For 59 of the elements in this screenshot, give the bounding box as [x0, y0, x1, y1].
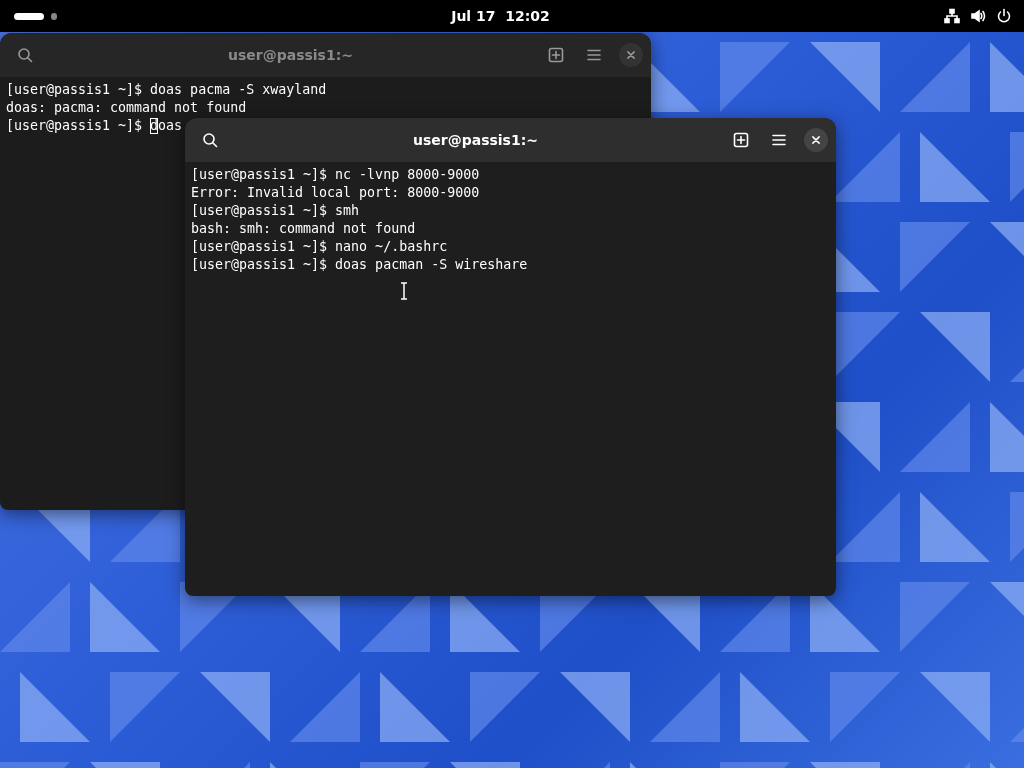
close-icon	[626, 50, 636, 60]
window-title: user@passis1:~	[226, 47, 354, 63]
window-title: user@passis1:~	[411, 132, 539, 148]
wallpaper-triangle	[810, 762, 880, 768]
menu-icon	[771, 132, 787, 148]
wallpaper-triangle	[650, 672, 720, 742]
terminal-line: [user@passis1 ~]$ doas pacma -S xwayland	[6, 81, 327, 99]
power-icon	[996, 8, 1012, 24]
wallpaper-triangle	[740, 672, 810, 742]
wallpaper-triangle	[1010, 132, 1024, 202]
wallpaper-triangle	[1010, 492, 1024, 562]
plus-square-icon	[733, 132, 749, 148]
close-button[interactable]	[619, 43, 643, 67]
text-cursor-icon	[400, 282, 408, 300]
wallpaper-triangle	[830, 672, 900, 742]
wallpaper-triangle	[920, 132, 990, 202]
wallpaper-triangle	[560, 672, 630, 742]
terminal-line: [user@passis1 ~]$ doas pacman -S wireshare	[191, 256, 528, 274]
terminal-line: [user@passis1 ~]$ nc -lvnp 8000-9000	[191, 166, 480, 184]
workspace-indicator[interactable]	[14, 12, 44, 20]
wallpaper-triangle	[470, 672, 540, 742]
network-icon	[944, 8, 960, 24]
wallpaper-triangle	[90, 762, 160, 768]
wallpaper-triangle	[990, 402, 1024, 472]
wallpaper-triangle	[810, 42, 880, 112]
close-button[interactable]	[804, 128, 828, 152]
wallpaper-triangle	[900, 42, 970, 112]
wallpaper-triangle	[720, 42, 790, 112]
clock[interactable]: Jul 17 12:02	[451, 8, 550, 24]
terminal-line: [user@passis1 ~]$ smh	[191, 202, 360, 220]
terminal-line: doas: pacma: command not found	[6, 99, 247, 117]
wallpaper-triangle	[90, 582, 160, 652]
wallpaper-triangle	[920, 312, 990, 382]
wallpaper-triangle	[290, 672, 360, 742]
close-icon	[811, 135, 821, 145]
wallpaper-triangle	[110, 672, 180, 742]
wallpaper-triangle	[20, 672, 90, 742]
wallpaper-triangle	[900, 222, 970, 292]
plus-square-icon	[548, 47, 564, 63]
terminal-line: bash: smh: command not found	[191, 220, 416, 238]
wallpaper-triangle	[900, 402, 970, 472]
search-icon	[17, 47, 33, 63]
volume-icon	[970, 8, 986, 24]
wallpaper-triangle	[0, 582, 70, 652]
wallpaper-triangle	[0, 762, 70, 768]
wallpaper-triangle	[380, 672, 450, 742]
wallpaper-triangle	[360, 762, 430, 768]
terminal-line: Error: Invalid local port: 8000-9000	[191, 184, 480, 202]
menu-icon	[586, 47, 602, 63]
wallpaper-triangle	[720, 762, 790, 768]
workspace-indicator[interactable]	[51, 12, 57, 20]
wallpaper-triangle	[200, 672, 270, 742]
search-icon	[202, 132, 218, 148]
wallpaper-triangle	[900, 582, 970, 652]
wallpaper-triangle	[990, 42, 1024, 112]
terminal-line: [user@passis1 ~]$ nano ~/.bashrc	[191, 238, 448, 256]
wallpaper-triangle	[920, 672, 990, 742]
wallpaper-triangle	[450, 762, 520, 768]
wallpaper-triangle	[920, 492, 990, 562]
